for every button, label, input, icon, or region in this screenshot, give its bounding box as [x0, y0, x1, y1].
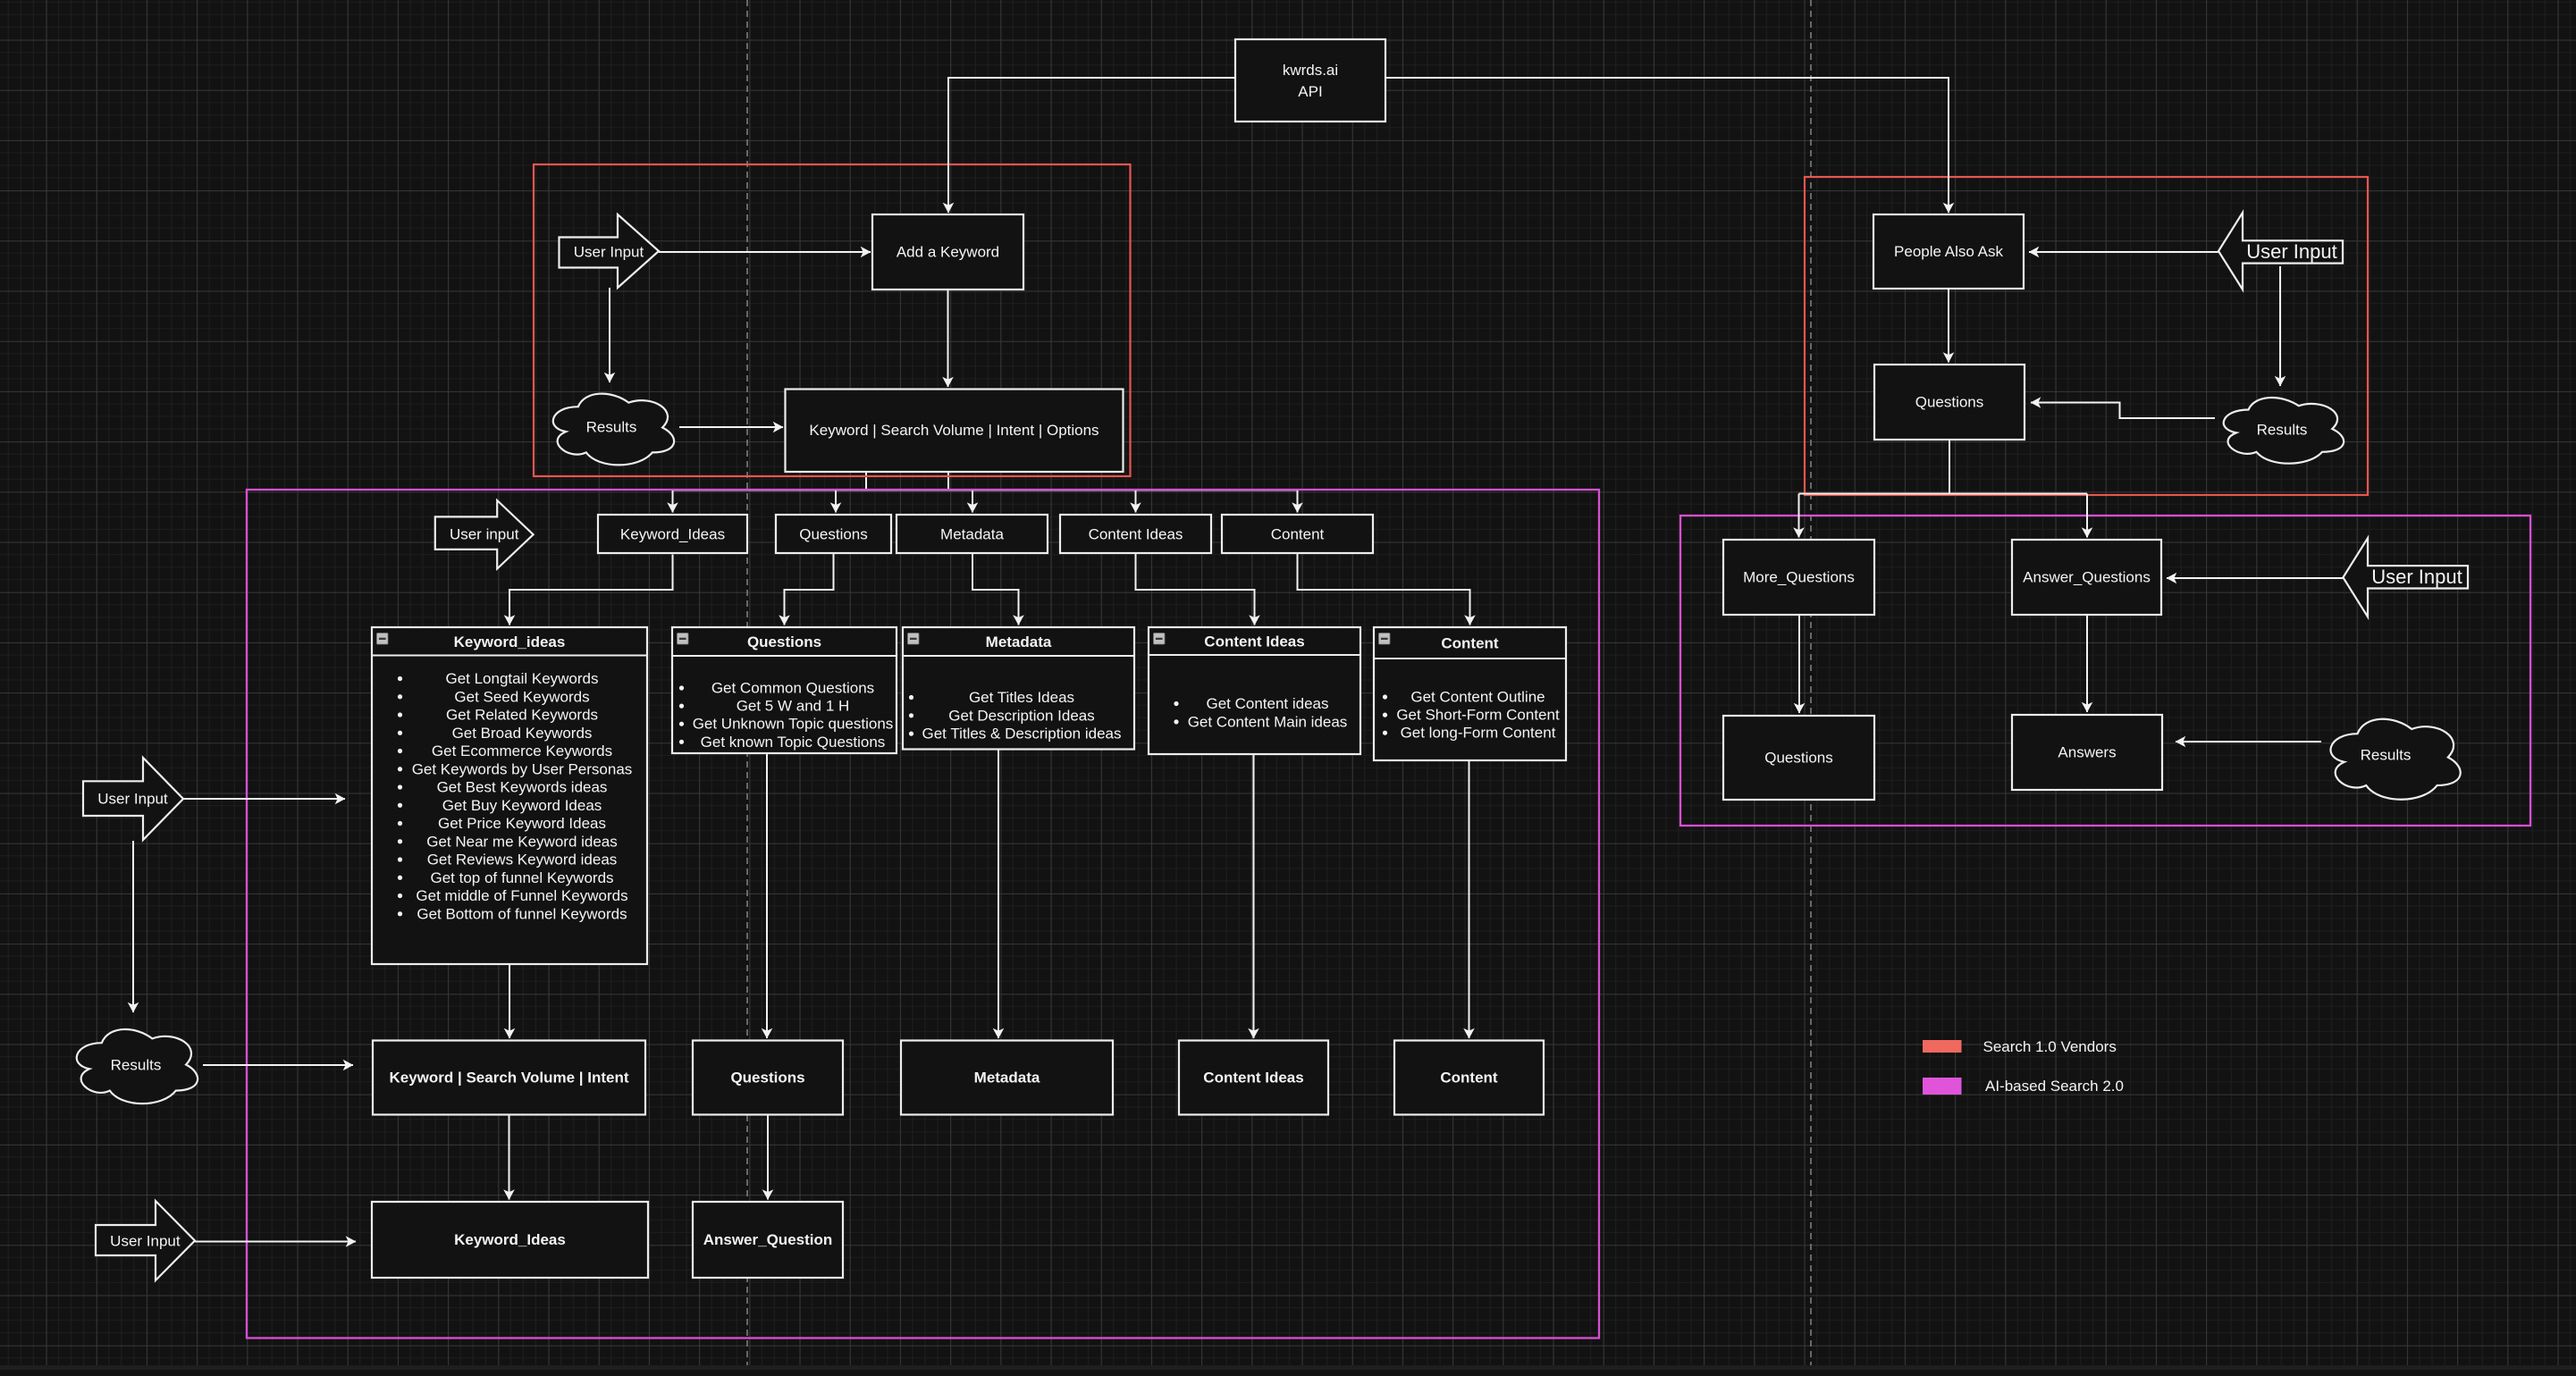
svg-text:Get Near me Keyword ideas: Get Near me Keyword ideas: [426, 833, 618, 850]
svg-text:Results: Results: [586, 419, 637, 436]
svg-text:Get Content ideas: Get Content ideas: [1206, 695, 1328, 712]
svg-text:Get 5 W and 1 H: Get 5 W and 1 H: [737, 698, 850, 715]
svg-text:Questions: Questions: [730, 1070, 804, 1087]
svg-text:Get top of funnel Keywords: Get top of funnel Keywords: [430, 869, 613, 886]
svg-text:Keyword_Ideas: Keyword_Ideas: [620, 526, 725, 543]
svg-text:User input: User input: [450, 526, 519, 543]
svg-text:Get Description Ideas: Get Description Ideas: [948, 707, 1094, 724]
svg-text:Get Ecommerce Keywords: Get Ecommerce Keywords: [432, 743, 612, 759]
svg-text:Keyword | Search Volume | Inte: Keyword | Search Volume | Intent: [389, 1070, 628, 1087]
svg-text:Search 1.0 Vendors: Search 1.0 Vendors: [1983, 1038, 2117, 1055]
svg-text:Questions: Questions: [1915, 394, 1984, 411]
svg-text:Get Reviews Keyword ideas: Get Reviews Keyword ideas: [427, 852, 618, 868]
svg-text:Metadata: Metadata: [940, 526, 1004, 543]
svg-text:Content Ideas: Content Ideas: [1089, 526, 1183, 543]
svg-text:Content: Content: [1441, 635, 1499, 652]
svg-text:Get Best Keywords ideas: Get Best Keywords ideas: [437, 779, 608, 796]
svg-text:Content: Content: [1440, 1070, 1498, 1087]
svg-text:Content Ideas: Content Ideas: [1204, 633, 1304, 650]
svg-text:User Input: User Input: [2246, 240, 2337, 263]
svg-text:User Input: User Input: [574, 244, 644, 261]
svg-text:Questions: Questions: [1764, 750, 1833, 767]
svg-text:Get Keywords by User Personas: Get Keywords by User Personas: [412, 760, 633, 777]
svg-text:Questions: Questions: [799, 526, 868, 543]
svg-text:Get Titles & Description ideas: Get Titles & Description ideas: [922, 726, 1122, 743]
svg-text:Results: Results: [2361, 747, 2412, 764]
svg-text:Get Broad Keywords: Get Broad Keywords: [452, 725, 593, 742]
svg-text:Get Unknown Topic questions: Get Unknown Topic questions: [693, 716, 894, 733]
svg-text:Get Titles Ideas: Get Titles Ideas: [969, 689, 1074, 706]
svg-text:Keyword | Search Volume | Inte: Keyword | Search Volume | Intent | Optio…: [809, 422, 1099, 439]
svg-text:Keyword_ideas: Keyword_ideas: [454, 633, 566, 650]
svg-text:Metadata: Metadata: [974, 1070, 1040, 1087]
svg-text:User Input: User Input: [97, 791, 168, 808]
svg-text:Get Common Questions: Get Common Questions: [711, 680, 874, 697]
svg-text:Get known Topic Questions: Get known Topic Questions: [701, 734, 886, 751]
svg-text:Get Short-Form Content: Get Short-Form Content: [1396, 707, 1560, 724]
svg-text:Get Buy Keyword Ideas: Get Buy Keyword Ideas: [442, 797, 602, 814]
svg-text:kwrds.ai: kwrds.ai: [1283, 62, 1338, 79]
svg-text:Results: Results: [2257, 422, 2308, 439]
svg-text:Get middle of Funnel Keywords: Get middle of Funnel Keywords: [416, 887, 627, 904]
svg-text:People Also Ask: People Also Ask: [1894, 243, 2003, 260]
svg-text:User Input: User Input: [2371, 566, 2462, 588]
svg-text:User Input: User Input: [110, 1233, 181, 1250]
svg-text:Get Seed Keywords: Get Seed Keywords: [454, 688, 589, 705]
svg-text:Get Content Main ideas: Get Content Main ideas: [1188, 713, 1348, 730]
svg-text:Content Ideas: Content Ideas: [1203, 1070, 1303, 1087]
svg-text:Results: Results: [111, 1057, 162, 1074]
svg-text:Questions: Questions: [747, 633, 821, 650]
svg-text:Get Price Keyword Ideas: Get Price Keyword Ideas: [438, 815, 606, 832]
svg-text:Get Related Keywords: Get Related Keywords: [446, 707, 598, 724]
svg-text:Metadata: Metadata: [986, 633, 1052, 650]
svg-text:Add a Keyword: Add a Keyword: [897, 244, 999, 261]
svg-text:API: API: [1298, 83, 1322, 100]
svg-text:Keyword_Ideas: Keyword_Ideas: [454, 1231, 566, 1248]
svg-text:Answer_Questions: Answer_Questions: [2023, 569, 2151, 586]
svg-text:More_Questions: More_Questions: [1743, 569, 1855, 586]
svg-text:Get Longtail Keywords: Get Longtail Keywords: [445, 670, 598, 687]
svg-text:Get long-Form Content: Get long-Form Content: [1401, 725, 1556, 742]
svg-text:Get Content Outline: Get Content Outline: [1410, 689, 1545, 706]
svg-text:Content: Content: [1271, 526, 1325, 543]
svg-text:Answers: Answers: [2058, 744, 2116, 761]
svg-text:Get Bottom of funnel Keywords: Get Bottom of funnel Keywords: [417, 905, 627, 922]
svg-text:Answer_Question: Answer_Question: [703, 1231, 833, 1248]
svg-text:AI-based Search 2.0: AI-based Search 2.0: [1985, 1078, 2124, 1095]
